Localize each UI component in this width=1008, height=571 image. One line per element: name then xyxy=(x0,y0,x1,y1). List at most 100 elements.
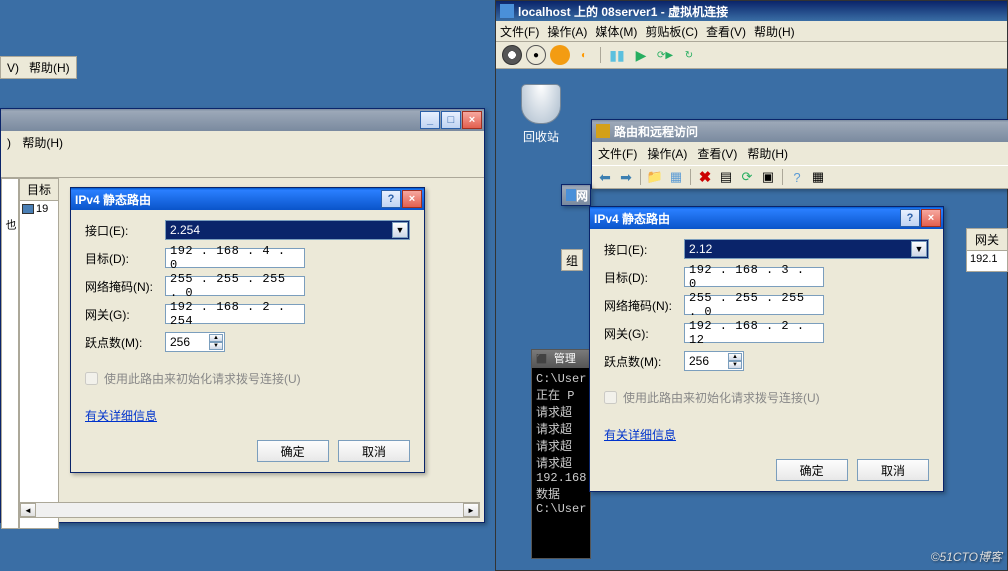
net-title: 网 xyxy=(576,187,588,204)
cancel-button[interactable]: 取消 xyxy=(338,440,410,462)
scroll-right-button[interactable]: ► xyxy=(463,503,479,517)
vm-menu-media[interactable]: 媒体(M) xyxy=(595,23,637,40)
left-row-1[interactable]: 19 xyxy=(36,203,48,215)
rras-icon xyxy=(596,124,610,138)
maximize-button[interactable]: □ xyxy=(441,111,461,129)
help-menu[interactable]: 帮助(H) xyxy=(22,136,63,150)
more-info-link[interactable]: 有关详细信息 xyxy=(604,426,676,443)
rras-titlebar[interactable]: 路由和远程访问 xyxy=(592,120,1008,142)
up-icon[interactable]: 📁 xyxy=(646,168,664,186)
recycle-bin[interactable]: 回收站 xyxy=(511,84,571,145)
tb-start-icon[interactable]: ● xyxy=(526,45,546,65)
ok-button[interactable]: 确定 xyxy=(776,459,848,481)
cmd-line-6: 请求超 xyxy=(536,454,586,471)
rras-menu-action[interactable]: 操作(A) xyxy=(647,145,687,162)
hops-label: 跃点数(M): xyxy=(604,353,684,370)
spinner-up[interactable]: ▲ xyxy=(209,334,223,342)
cmd-line-3: 请求超 xyxy=(536,403,586,420)
vm-menu-action[interactable]: 操作(A) xyxy=(547,23,587,40)
cmd-window[interactable]: ⬛ 管理 C:\User 正在 P 请求超 请求超 请求超 请求超 192.16… xyxy=(531,349,591,559)
target-input[interactable]: 192 . 168 . 4 . 0 xyxy=(165,248,305,268)
vm-menu-file[interactable]: 文件(F) xyxy=(500,23,539,40)
tb-shutdown-icon[interactable]: ◐ xyxy=(574,45,594,65)
cmd-line-2: 正在 P xyxy=(536,386,586,403)
scroll-left-button[interactable]: ◄ xyxy=(20,503,36,517)
left-top-help[interactable]: 帮助(H) xyxy=(29,61,70,75)
delete-icon[interactable]: ✖ xyxy=(696,168,714,186)
tb-pause-icon[interactable]: ▮▮ xyxy=(607,45,627,65)
init-dial-label: 使用此路由来初始化请求拨号连接(U) xyxy=(623,389,820,406)
left-top-v[interactable]: V) xyxy=(7,61,19,75)
close-button[interactable]: × xyxy=(921,209,941,227)
rras-toolbar: ⬅ ➡ 📁 ▦ ✖ ▤ ⟳ ▣ ? ▦ xyxy=(592,165,1008,189)
hops-spinner[interactable]: 256 ▲ ▼ xyxy=(165,332,225,352)
tb-reset-icon[interactable]: ▶ xyxy=(631,45,651,65)
ok-button[interactable]: 确定 xyxy=(257,440,329,462)
help-button[interactable]: ? xyxy=(381,190,401,208)
minimize-button[interactable]: _ xyxy=(420,111,440,129)
left-outer-menubar: ) 帮助(H) xyxy=(1,131,484,154)
cmd-line-4: 请求超 xyxy=(536,420,586,437)
combo-arrow-icon[interactable]: ▼ xyxy=(911,241,927,257)
more-info-link[interactable]: 有关详细信息 xyxy=(85,407,157,424)
interface-combo[interactable]: 2.12 ▼ xyxy=(684,239,929,259)
ipv4-dialog-right: IPv4 静态路由 ? × 接口(E): 2.12 ▼ xyxy=(589,206,944,492)
interface-label: 接口(E): xyxy=(85,222,165,239)
vm-title: localhost 上的 08server1 - 虚拟机连接 xyxy=(518,3,728,20)
vm-titlebar[interactable]: localhost 上的 08server1 - 虚拟机连接 xyxy=(496,1,1007,21)
combo-arrow-icon[interactable]: ▼ xyxy=(392,222,408,238)
gateway-input[interactable]: 192 . 168 . 2 . 254 xyxy=(165,304,305,324)
rras-menu-view[interactable]: 查看(V) xyxy=(697,145,737,162)
ipv4-left-titlebar[interactable]: IPv4 静态路由 ? × xyxy=(71,188,424,210)
tb-turn-off-icon[interactable] xyxy=(550,45,570,65)
spinner-down[interactable]: ▼ xyxy=(728,361,742,369)
hops-spinner[interactable]: 256 ▲ ▼ xyxy=(684,351,744,371)
vm-window: localhost 上的 08server1 - 虚拟机连接 文件(F) 操作(… xyxy=(495,0,1008,571)
target-col-header[interactable]: 目标 xyxy=(20,179,58,201)
scrollbar-horizontal[interactable]: ◄ ► xyxy=(19,502,480,518)
vm-desktop[interactable]: 回收站 路由和远程访问 文件(F) 操作(A) 查看(V) 帮助(H) ⬅ ➡ … xyxy=(496,69,1007,570)
interface-label: 接口(E): xyxy=(604,241,684,258)
props-icon[interactable]: ▤ xyxy=(717,168,735,186)
vm-toolbar: ● ◐ ▮▮ ▶ ⟳▶ ↻ xyxy=(496,41,1007,69)
left-outer-titlebar[interactable]: _ □ × xyxy=(1,109,484,131)
tb-ctrl-alt-del-icon[interactable] xyxy=(502,45,522,65)
right-col-value: 192.1 xyxy=(967,251,1007,267)
vm-menu-clipboard[interactable]: 剪贴板(C) xyxy=(645,23,698,40)
vm-menu-view[interactable]: 查看(V) xyxy=(706,23,746,40)
rras-menu-file[interactable]: 文件(F) xyxy=(598,145,637,162)
nav-fwd-icon[interactable]: ➡ xyxy=(617,168,635,186)
spinner-down[interactable]: ▼ xyxy=(209,342,223,350)
cmd-line-9: 数据 xyxy=(536,485,586,502)
left-panel: 目标 19 xyxy=(19,178,59,529)
nav-back-icon[interactable]: ⬅ xyxy=(596,168,614,186)
watermark: ©51CTO博客 xyxy=(931,548,1002,565)
target-label: 目标(D): xyxy=(604,269,684,286)
target-label: 目标(D): xyxy=(85,250,165,267)
interface-combo[interactable]: 2.254 ▼ xyxy=(165,220,410,240)
help-icon[interactable]: ? xyxy=(788,168,806,186)
rras-menu-help[interactable]: 帮助(H) xyxy=(747,145,788,162)
mask-input[interactable]: 255 . 255 . 255 . 0 xyxy=(684,295,824,315)
ipv4-right-title: IPv4 静态路由 xyxy=(594,210,900,227)
close-button[interactable]: × xyxy=(462,111,482,129)
right-col-header[interactable]: 网关 xyxy=(967,229,1007,251)
cancel-button[interactable]: 取消 xyxy=(857,459,929,481)
tb-snapshot-icon[interactable]: ⟳▶ xyxy=(655,45,675,65)
net-icon xyxy=(566,189,576,201)
help-button[interactable]: ? xyxy=(900,209,920,227)
target-input[interactable]: 192 . 168 . 3 . 0 xyxy=(684,267,824,287)
mask-input[interactable]: 255 . 255 . 255 . 0 xyxy=(165,276,305,296)
ipv4-right-titlebar[interactable]: IPv4 静态路由 ? × xyxy=(590,207,943,229)
vm-menu-help[interactable]: 帮助(H) xyxy=(754,23,795,40)
close-button[interactable]: × xyxy=(402,190,422,208)
list-icon[interactable]: ▦ xyxy=(809,168,827,186)
gateway-input[interactable]: 192 . 168 . 2 . 12 xyxy=(684,323,824,343)
refresh-icon[interactable]: ⟳ xyxy=(738,168,756,186)
export-icon[interactable]: ▣ xyxy=(759,168,777,186)
spinner-up[interactable]: ▲ xyxy=(728,353,742,361)
properties-icon[interactable]: ▦ xyxy=(667,168,685,186)
rras-title: 路由和远程访问 xyxy=(614,123,1006,140)
left-side-col: 也 略 xyxy=(1,178,19,529)
tb-revert-icon[interactable]: ↻ xyxy=(679,45,699,65)
